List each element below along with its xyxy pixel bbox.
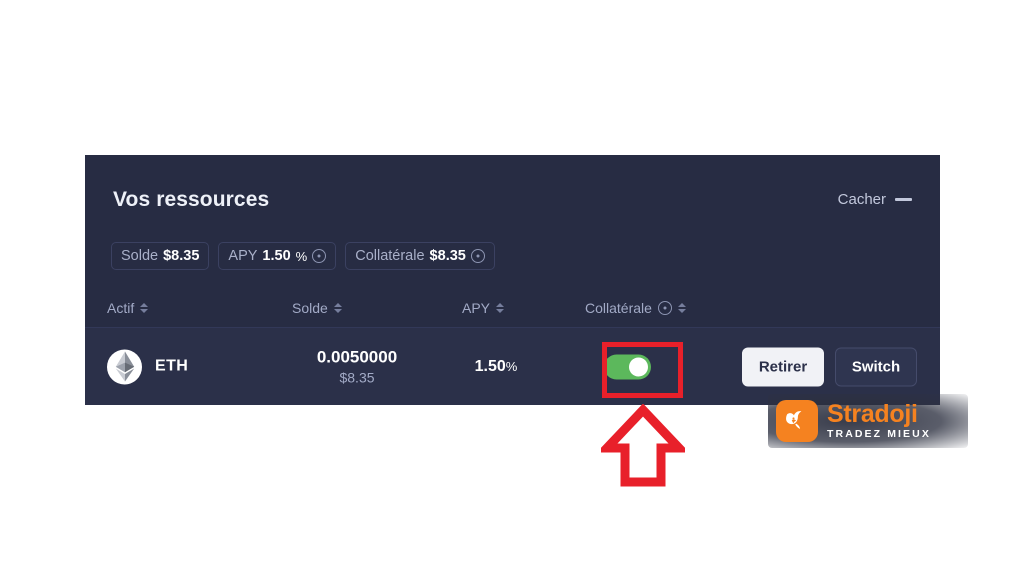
stradoji-brand-text: Stradoji TRADEZ MIEUX	[827, 401, 931, 441]
cell-balance: 0.0050000 $8.35	[292, 346, 422, 387]
pill-label-collateral: Collatérale	[355, 248, 425, 264]
stradoji-watermark: Stradoji TRADEZ MIEUX	[768, 394, 968, 448]
sort-arrows-icon[interactable]	[496, 303, 505, 313]
pill-currency-collateral: $	[429, 248, 438, 264]
summary-pill-group: Solde $8.35 APY 1.50 % Collatérale $8.35	[111, 242, 495, 270]
hide-panel-label: Cacher	[837, 191, 886, 208]
toggle-knob	[629, 357, 648, 376]
balance-amount: 0.0050000	[316, 347, 398, 366]
pill-amount-collateral: 8.35	[437, 248, 466, 264]
assets-table: Actif Solde APY Collatérale ETH 0.005000…	[85, 288, 940, 405]
pill-amount-balance: 8.35	[171, 248, 200, 264]
column-header-collateral[interactable]: Collatérale	[585, 300, 686, 316]
pill-label-balance: Solde	[121, 248, 159, 264]
summary-pill-collateral[interactable]: Collatérale $8.35	[345, 242, 495, 270]
cell-apy: 1.50%	[451, 358, 541, 376]
pill-value-balance: $8.35	[163, 248, 199, 264]
your-resources-panel: Vos ressources Cacher Solde $8.35 APY 1.…	[85, 155, 940, 405]
column-header-asset[interactable]: Actif	[107, 300, 149, 316]
withdraw-button[interactable]: Retirer	[742, 347, 824, 386]
cell-asset: ETH	[107, 349, 188, 384]
minus-dash-icon	[895, 198, 912, 201]
pill-currency-balance: $	[163, 248, 172, 264]
ethereum-icon	[107, 349, 142, 384]
sort-arrows-icon[interactable]	[333, 303, 342, 313]
table-header-row: Actif Solde APY Collatérale	[85, 288, 940, 328]
balance-usd-value: $8.35	[292, 368, 422, 387]
apy-value: 1.50	[474, 357, 506, 375]
column-header-balance-label: Solde	[292, 300, 328, 316]
stradoji-bull-logo-icon	[776, 400, 818, 442]
summary-pill-balance[interactable]: Solde $8.35	[111, 242, 210, 270]
pill-unit-apy: %	[295, 248, 308, 264]
balance-usd-amount: 8.35	[347, 369, 375, 385]
asset-symbol: ETH	[155, 357, 189, 375]
annotation-arrow-up-icon	[601, 404, 685, 487]
info-icon[interactable]	[312, 249, 327, 263]
column-header-balance[interactable]: Solde	[292, 300, 342, 316]
collateral-toggle[interactable]	[604, 354, 651, 379]
column-header-apy-label: APY	[462, 300, 491, 316]
switch-button[interactable]: Switch	[835, 347, 917, 386]
panel-header: Vos ressources Cacher	[85, 155, 940, 227]
info-icon[interactable]	[470, 249, 485, 263]
cell-collateral	[604, 354, 651, 379]
column-header-asset-label: Actif	[107, 300, 135, 316]
cell-actions: Retirer Switch	[742, 347, 917, 386]
pill-value-apy: 1.50	[262, 248, 291, 264]
pill-value-collateral: $8.35	[430, 248, 466, 264]
column-header-apy[interactable]: APY	[462, 300, 505, 316]
info-icon[interactable]	[657, 301, 672, 315]
brand-tagline: TRADEZ MIEUX	[827, 428, 931, 440]
pill-label-apy: APY	[228, 248, 258, 264]
summary-pill-apy[interactable]: APY 1.50 %	[218, 242, 337, 270]
sort-arrows-icon[interactable]	[140, 303, 149, 313]
apy-unit: %	[505, 358, 518, 374]
hide-panel-button[interactable]: Cacher	[838, 191, 912, 208]
page-title: Vos ressources	[113, 188, 270, 211]
column-header-collateral-label: Collatérale	[585, 300, 652, 316]
brand-name: Stradoji	[827, 400, 918, 428]
sort-arrows-icon[interactable]	[677, 303, 686, 313]
